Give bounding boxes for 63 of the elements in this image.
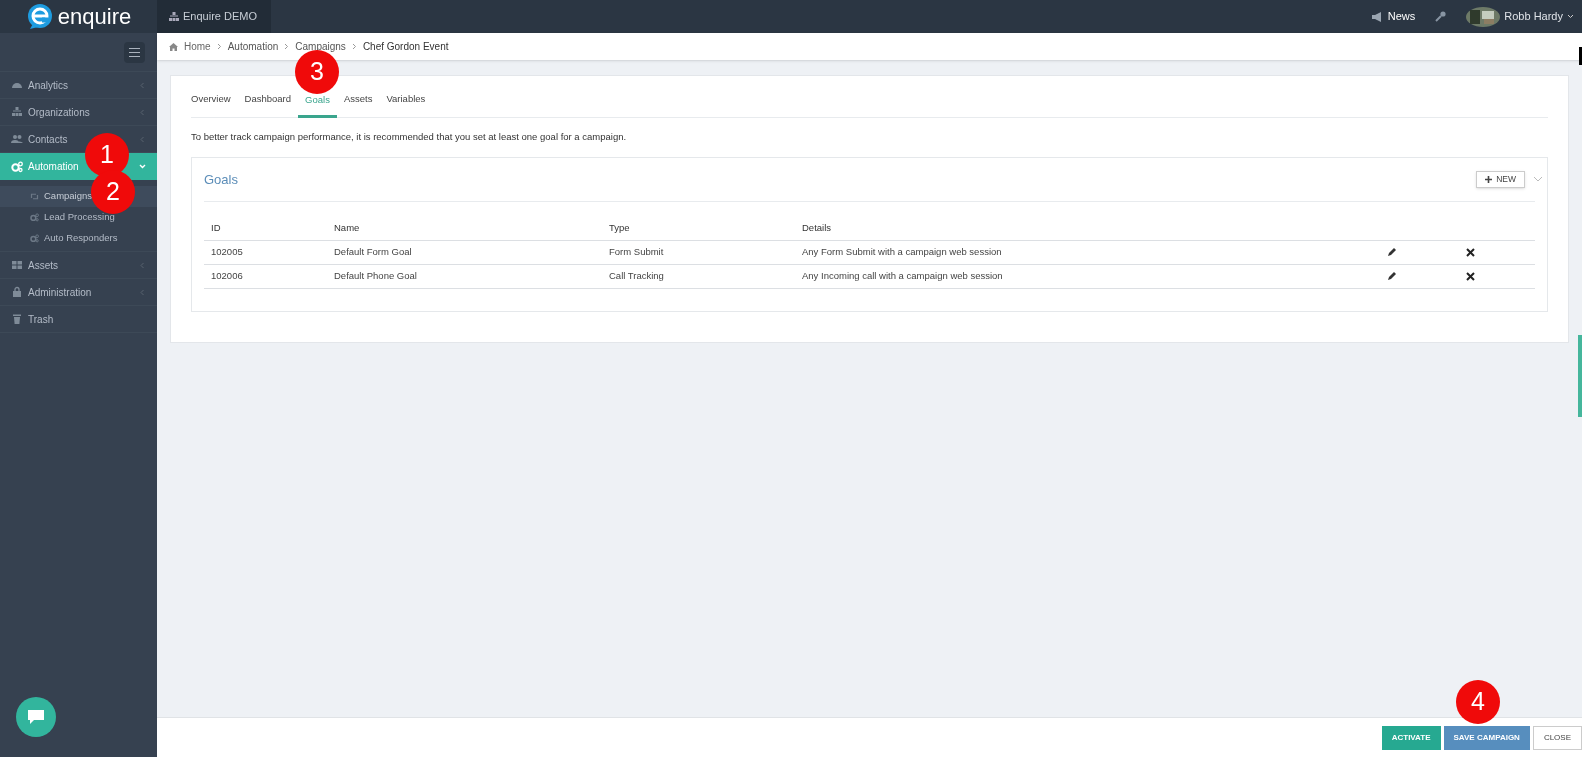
caret-icon xyxy=(1567,14,1574,19)
chevron-right-icon xyxy=(216,43,222,50)
close-button[interactable]: CLOSE xyxy=(1532,725,1582,750)
scroll-handle[interactable] xyxy=(1578,335,1582,417)
chevron-right-icon xyxy=(284,43,290,50)
intro-text: To better track campaign performance, it is recommended that you set at least one goal for a campaign. xyxy=(191,130,628,144)
table-cell: Any Form Submit with a campaign web session xyxy=(795,240,1380,265)
chat-icon xyxy=(27,709,45,725)
chat-button[interactable] xyxy=(16,697,56,737)
user-menu[interactable]: Robb Hardy xyxy=(1504,8,1563,25)
megaphone-icon xyxy=(1371,11,1384,22)
delete-icon[interactable] xyxy=(1466,247,1476,257)
column-header: Type xyxy=(602,216,795,241)
tab[interactable]: Assets xyxy=(336,91,380,117)
trash-icon xyxy=(11,313,23,325)
table-cell: Form Submit xyxy=(602,240,795,265)
table-cell: Default Form Goal xyxy=(327,240,602,265)
repeat-icon xyxy=(30,192,39,201)
menu-toggle-button[interactable] xyxy=(124,41,145,63)
step-number-tooltip: 4 xyxy=(1456,680,1500,724)
panel-title: Goals xyxy=(204,170,238,189)
table-cell: Any Incoming call with a campaign web session xyxy=(795,264,1380,289)
brand-name[interactable]: enquire xyxy=(57,5,132,28)
nav-item[interactable]: Assets xyxy=(0,252,157,279)
pencil-icon[interactable] xyxy=(1387,271,1397,282)
gears-icon xyxy=(30,213,39,222)
scroll-marker xyxy=(1579,47,1582,65)
tab[interactable]: Variables xyxy=(379,91,433,117)
gears-icon xyxy=(11,160,23,173)
breadcrumb-current: Chef Gordon Event xyxy=(362,40,449,54)
wrench-icon[interactable] xyxy=(1435,11,1447,22)
table-cell: Default Phone Goal xyxy=(327,264,602,289)
nav-item[interactable]: Administration xyxy=(0,279,157,306)
grid-icon xyxy=(11,259,23,271)
news-link[interactable]: News xyxy=(1387,8,1416,25)
logo-icon xyxy=(25,2,54,31)
sitemap-icon xyxy=(169,12,179,21)
nav-subitem[interactable]: Auto Responders xyxy=(0,228,157,249)
sitemap-icon xyxy=(11,106,23,118)
column-header: Name xyxy=(327,216,602,241)
breadcrumb-link[interactable]: Automation xyxy=(227,39,279,54)
plus-icon xyxy=(1485,175,1493,183)
new-button[interactable]: NEW xyxy=(1476,170,1525,188)
nav-item[interactable]: Trash xyxy=(0,306,157,333)
pencil-icon[interactable] xyxy=(1387,247,1397,258)
breadcrumb-link[interactable]: Home xyxy=(184,39,211,54)
gears-icon xyxy=(30,234,39,243)
tab[interactable]: Overview xyxy=(184,91,238,117)
table-cell: 102006 xyxy=(204,264,327,289)
delete-icon[interactable] xyxy=(1466,271,1476,281)
table-cell: 102005 xyxy=(204,240,327,265)
chevron-down-icon xyxy=(139,163,146,170)
chevron-right-icon xyxy=(351,43,357,50)
home-icon xyxy=(169,42,178,51)
column-header: ID xyxy=(204,216,327,241)
tab[interactable]: Dashboard xyxy=(237,91,299,117)
save-button[interactable]: SAVE CAMPAIGN xyxy=(1443,725,1530,750)
table-cell: Call Tracking xyxy=(602,264,795,289)
column-header: Details xyxy=(795,216,1380,241)
users-icon xyxy=(11,133,23,145)
lock-icon xyxy=(11,286,23,298)
nav-item[interactable]: Organizations xyxy=(0,99,157,126)
nav-item[interactable]: Analytics xyxy=(0,72,157,99)
